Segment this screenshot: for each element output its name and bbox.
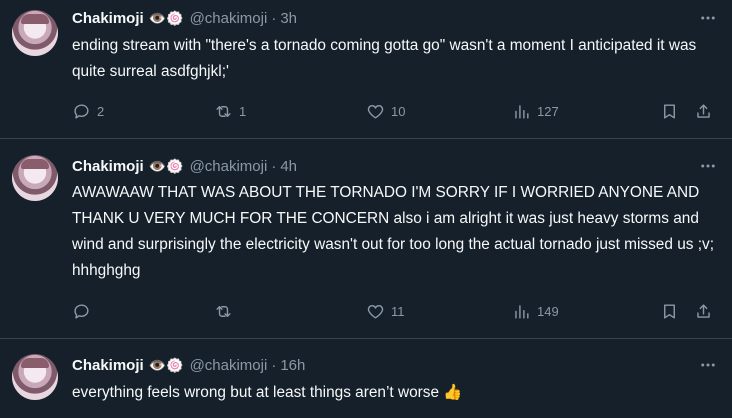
display-name[interactable]: Chakimoji bbox=[72, 357, 144, 374]
tweet-header: Chakimoji 👁️🍥 @chakimoji · 16h bbox=[72, 355, 305, 375]
more-options-button[interactable] bbox=[698, 156, 718, 176]
tweet-actions: 11 149 bbox=[64, 296, 724, 326]
bookmark-icon bbox=[664, 303, 675, 319]
more-icon bbox=[701, 363, 715, 367]
tweet-header: Chakimoji 👁️🍥 @chakimoji · 4h bbox=[72, 156, 297, 176]
more-options-button[interactable] bbox=[698, 355, 718, 375]
user-handle[interactable]: @chakimoji bbox=[190, 10, 268, 27]
heart-icon bbox=[367, 104, 384, 119]
share-icon bbox=[697, 103, 710, 118]
tweet-3[interactable]: Chakimoji 👁️🍥 @chakimoji · 16h everythin… bbox=[0, 339, 732, 418]
views-icon bbox=[515, 304, 529, 319]
repost-button[interactable]: 1 bbox=[214, 96, 246, 126]
like-button[interactable]: 10 bbox=[366, 96, 405, 126]
display-name[interactable]: Chakimoji bbox=[72, 10, 144, 27]
separator: · bbox=[271, 356, 277, 374]
like-count: 11 bbox=[391, 303, 405, 319]
timestamp[interactable]: 16h bbox=[280, 357, 305, 374]
more-icon bbox=[701, 164, 715, 168]
views-button[interactable]: 149 bbox=[512, 296, 559, 326]
tweet-text: everything feels wrong but at least thin… bbox=[72, 380, 720, 406]
share-button[interactable] bbox=[694, 296, 713, 326]
name-emoji: 👁️🍥 bbox=[148, 10, 184, 26]
tweet-text: AWAWAAW THAT WAS ABOUT THE TORNADO I'M S… bbox=[72, 184, 714, 279]
tweet-text: ending stream with "there's a tornado co… bbox=[72, 37, 697, 80]
bookmark-icon bbox=[664, 103, 675, 119]
timestamp[interactable]: 4h bbox=[280, 158, 297, 175]
repost-button[interactable] bbox=[214, 296, 239, 326]
thumbs-up-emoji: 👍 bbox=[443, 384, 463, 401]
tweet-header: Chakimoji 👁️🍥 @chakimoji · 3h bbox=[72, 8, 297, 28]
bookmark-button[interactable] bbox=[660, 296, 679, 326]
heart-icon bbox=[367, 304, 384, 319]
reply-icon bbox=[74, 103, 89, 119]
reply-count: 2 bbox=[97, 103, 105, 119]
bookmark-button[interactable] bbox=[660, 96, 679, 126]
avatar[interactable] bbox=[12, 155, 58, 201]
user-handle[interactable]: @chakimoji bbox=[190, 357, 268, 374]
more-icon bbox=[701, 16, 715, 20]
views-count: 149 bbox=[537, 303, 559, 319]
repost-count: 1 bbox=[239, 103, 247, 119]
separator: · bbox=[271, 9, 277, 27]
share-icon bbox=[697, 303, 710, 318]
separator: · bbox=[271, 157, 277, 175]
tweet-1[interactable]: Chakimoji 👁️🍥 @chakimoji · 3h ending str… bbox=[0, 0, 732, 139]
reply-button[interactable] bbox=[72, 296, 97, 326]
share-button[interactable] bbox=[694, 96, 713, 126]
avatar[interactable] bbox=[12, 10, 58, 56]
reply-button[interactable]: 2 bbox=[72, 96, 104, 126]
tweet-2[interactable]: Chakimoji 👁️🍥 @chakimoji · 4h AWAWAAW TH… bbox=[0, 139, 732, 339]
display-name[interactable]: Chakimoji bbox=[72, 158, 144, 175]
repost-icon bbox=[216, 105, 231, 117]
like-count: 10 bbox=[391, 103, 406, 119]
tweet-actions: 2 1 10 127 bbox=[64, 96, 724, 126]
name-emoji: 👁️🍥 bbox=[148, 357, 184, 373]
timestamp[interactable]: 3h bbox=[280, 10, 297, 27]
views-count: 127 bbox=[537, 103, 559, 119]
user-handle[interactable]: @chakimoji bbox=[190, 158, 268, 175]
reply-icon bbox=[74, 303, 89, 319]
repost-icon bbox=[216, 305, 231, 317]
views-button[interactable]: 127 bbox=[512, 96, 559, 126]
name-emoji: 👁️🍥 bbox=[148, 158, 184, 174]
more-options-button[interactable] bbox=[698, 8, 718, 28]
like-button[interactable]: 11 bbox=[366, 296, 405, 326]
avatar[interactable] bbox=[12, 354, 58, 400]
views-icon bbox=[515, 104, 529, 119]
tweet-text-body: everything feels wrong but at least thin… bbox=[72, 384, 440, 401]
